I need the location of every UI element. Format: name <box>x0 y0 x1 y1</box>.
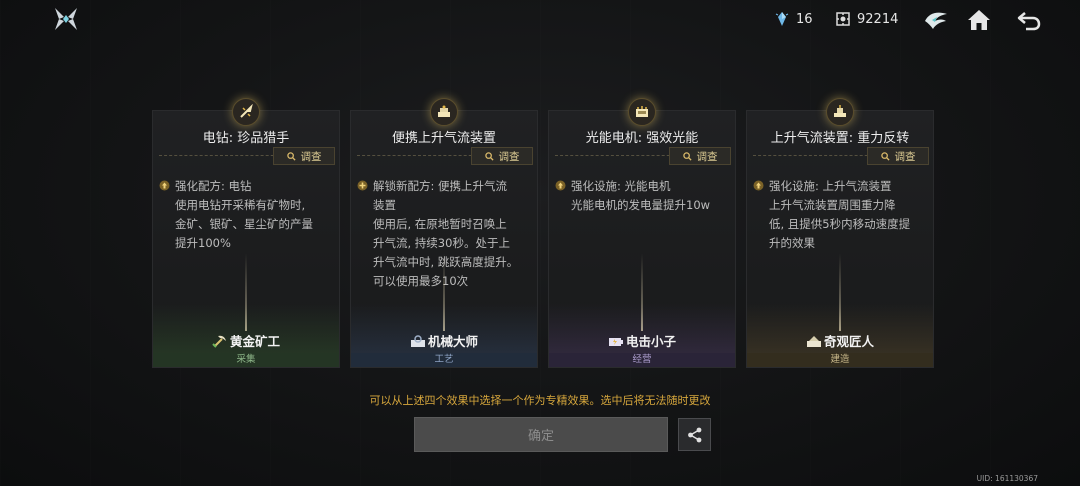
role-name: 机械大师 <box>351 331 537 350</box>
light-beam <box>641 253 643 331</box>
role-name: 黄金矿工 <box>153 331 339 350</box>
light-beam <box>839 253 841 331</box>
inspect-label: 调查 <box>300 150 322 163</box>
inspect-button[interactable]: 调查 <box>867 147 929 165</box>
card-badge <box>430 98 458 126</box>
role-label: 黄金矿工 <box>229 334 280 349</box>
role-name: 电击小子 <box>549 331 735 350</box>
confirm-button[interactable]: 确定 <box>414 417 668 452</box>
card-description: 强化设施: 上升气流装置 上升气流装置周围重力降 低, 且提供5秒内移动速度提 … <box>769 179 911 250</box>
inspect-button[interactable]: 调查 <box>669 147 731 165</box>
upgrade-arrow-icon <box>753 180 764 191</box>
effect-card-updraft[interactable]: 便携上升气流装置 调查 解锁新配方: 便携上升气流 装置 使用后, 在原地暂时召… <box>350 98 538 368</box>
magnifier-icon <box>484 151 494 161</box>
card-description: 解锁新配方: 便携上升气流 装置 使用后, 在原地暂时召唤上 升气流, 持续30… <box>373 179 519 288</box>
generator-icon <box>636 106 648 117</box>
upgrade-arrow-icon <box>555 180 566 191</box>
card-title: 光能电机: 强效光能 <box>585 131 699 146</box>
token-count: 92214 <box>857 11 899 27</box>
crystal-count: 16 <box>796 11 813 27</box>
magnifier-icon <box>880 151 890 161</box>
card-badge <box>628 98 656 126</box>
plus-icon <box>357 180 368 191</box>
card-title: 电钻: 珍品猎手 <box>202 131 290 146</box>
role-label: 奇观匠人 <box>823 334 874 349</box>
light-beam <box>443 253 445 331</box>
card-badge <box>232 98 260 126</box>
pickaxe-icon <box>212 335 226 348</box>
token-counter: 92214 <box>835 11 898 27</box>
card-title: 上升气流装置: 重力反转 <box>770 131 910 146</box>
device-icon <box>834 105 846 117</box>
role-name: 奇观匠人 <box>747 331 933 350</box>
divider <box>357 155 487 156</box>
divider <box>555 155 685 156</box>
inspect-button[interactable]: 调查 <box>273 147 335 165</box>
divider <box>159 155 289 156</box>
game-logo-icon <box>55 8 77 30</box>
card-badge <box>826 98 854 126</box>
share-icon <box>687 427 701 442</box>
effect-card-drill[interactable]: 电钻: 珍品猎手 调查 强化配方: 电钻 使用电钻开采稀有矿物时, 金矿、银矿、… <box>152 98 340 368</box>
back-arrow-icon[interactable] <box>1016 7 1042 33</box>
machine-icon <box>438 105 450 117</box>
inspect-button[interactable]: 调查 <box>471 147 533 165</box>
magnifier-icon <box>682 151 692 161</box>
inspect-label: 调查 <box>498 150 520 163</box>
card-title: 便携上升气流装置 <box>391 131 496 146</box>
category-label: 经营 <box>549 353 735 367</box>
role-label: 电击小子 <box>625 334 676 349</box>
category-label: 建造 <box>747 353 933 367</box>
upgrade-arrow-icon <box>159 180 170 191</box>
crystal-counter: 16 <box>774 11 813 27</box>
crystal-icon <box>775 12 789 26</box>
effect-card-generator[interactable]: 光能电机: 强效光能 调查 强化设施: 光能电机 光能电机的发电量提升10w 电… <box>548 98 736 368</box>
faction-emblem-icon[interactable] <box>923 7 949 33</box>
share-button[interactable] <box>678 418 711 451</box>
role-label: 机械大师 <box>427 334 478 349</box>
card-description: 强化设施: 光能电机 光能电机的发电量提升10w <box>571 179 711 212</box>
category-label: 采集 <box>153 353 339 367</box>
category-label: 工艺 <box>351 353 537 367</box>
magnifier-icon <box>286 151 296 161</box>
card-description: 强化配方: 电钻 使用电钻开采稀有矿物时, 金矿、银矿、星尘矿的产量 提升100… <box>175 179 313 250</box>
gear-machine-icon <box>410 334 425 347</box>
effect-card-gravity[interactable]: 上升气流装置: 重力反转 调查 强化设施: 上升气流装置 上升气流装置周围重力降… <box>746 98 934 368</box>
battery-icon <box>608 337 623 346</box>
inspect-label: 调查 <box>894 150 916 163</box>
gear-token-icon <box>836 12 850 26</box>
home-icon[interactable] <box>966 7 992 33</box>
user-id: UID: 161130367 <box>976 474 1038 483</box>
inspect-label: 调查 <box>696 150 718 163</box>
divider <box>753 155 883 156</box>
builder-icon <box>806 335 821 347</box>
light-beam <box>245 253 247 331</box>
drill-icon <box>240 104 253 118</box>
selection-hint: 可以从上述四个效果中选择一个作为专精效果。选中后将无法随时更改 <box>369 394 711 407</box>
